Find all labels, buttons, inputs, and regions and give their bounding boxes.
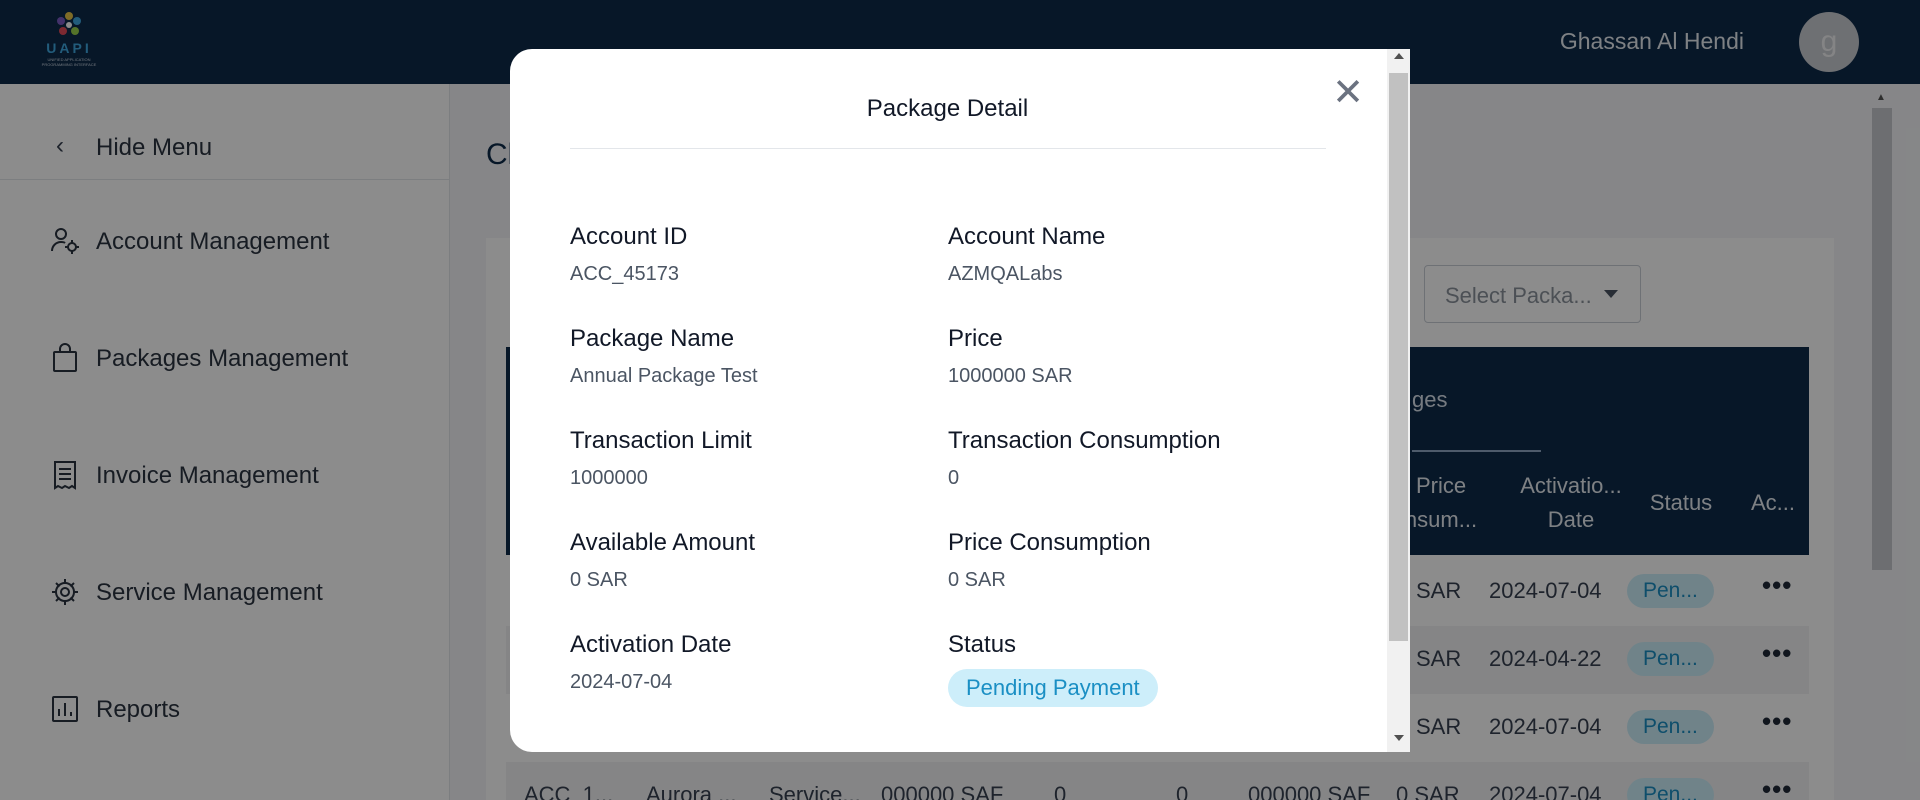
price-consumption-label: Price Consumption: [948, 529, 1151, 556]
modal-divider: [570, 148, 1326, 149]
available-amount-value: 0 SAR: [570, 569, 628, 591]
transaction-consumption-label: Transaction Consumption: [948, 427, 1221, 454]
scrollbar-thumb[interactable]: [1389, 73, 1408, 641]
scroll-up-arrow-icon[interactable]: [1394, 53, 1404, 59]
account-name-label: Account Name: [948, 223, 1106, 250]
package-name-label: Package Name: [570, 325, 735, 352]
account-id-value: ACC_45173: [570, 263, 679, 285]
price-consumption-value: 0 SAR: [948, 569, 1006, 591]
package-name-value: Annual Package Test: [570, 365, 758, 387]
modal-title: Package Detail: [866, 95, 1029, 122]
price-value: 1000000 SAR: [948, 365, 1073, 387]
package-detail-modal: Package Detail ✕ Account ID ACC_45173 Ac…: [510, 49, 1410, 752]
account-name-value: AZMQALabs: [948, 263, 1063, 285]
status-label: Status: [948, 631, 1017, 658]
activation-date-value: 2024-07-04: [570, 671, 673, 693]
modal-scrollbar[interactable]: [1387, 49, 1410, 752]
activation-date-label: Activation Date: [570, 631, 732, 658]
available-amount-label: Available Amount: [570, 529, 756, 556]
scroll-down-arrow-icon[interactable]: [1394, 735, 1404, 741]
close-icon[interactable]: ✕: [1328, 73, 1368, 113]
transaction-limit-label: Transaction Limit: [570, 427, 752, 454]
transaction-consumption-value: 0: [948, 467, 960, 489]
status-badge: Pending Payment: [948, 669, 1158, 707]
transaction-limit-value: 1000000: [570, 467, 648, 489]
account-id-label: Account ID: [570, 223, 688, 250]
price-label: Price: [948, 325, 1003, 352]
